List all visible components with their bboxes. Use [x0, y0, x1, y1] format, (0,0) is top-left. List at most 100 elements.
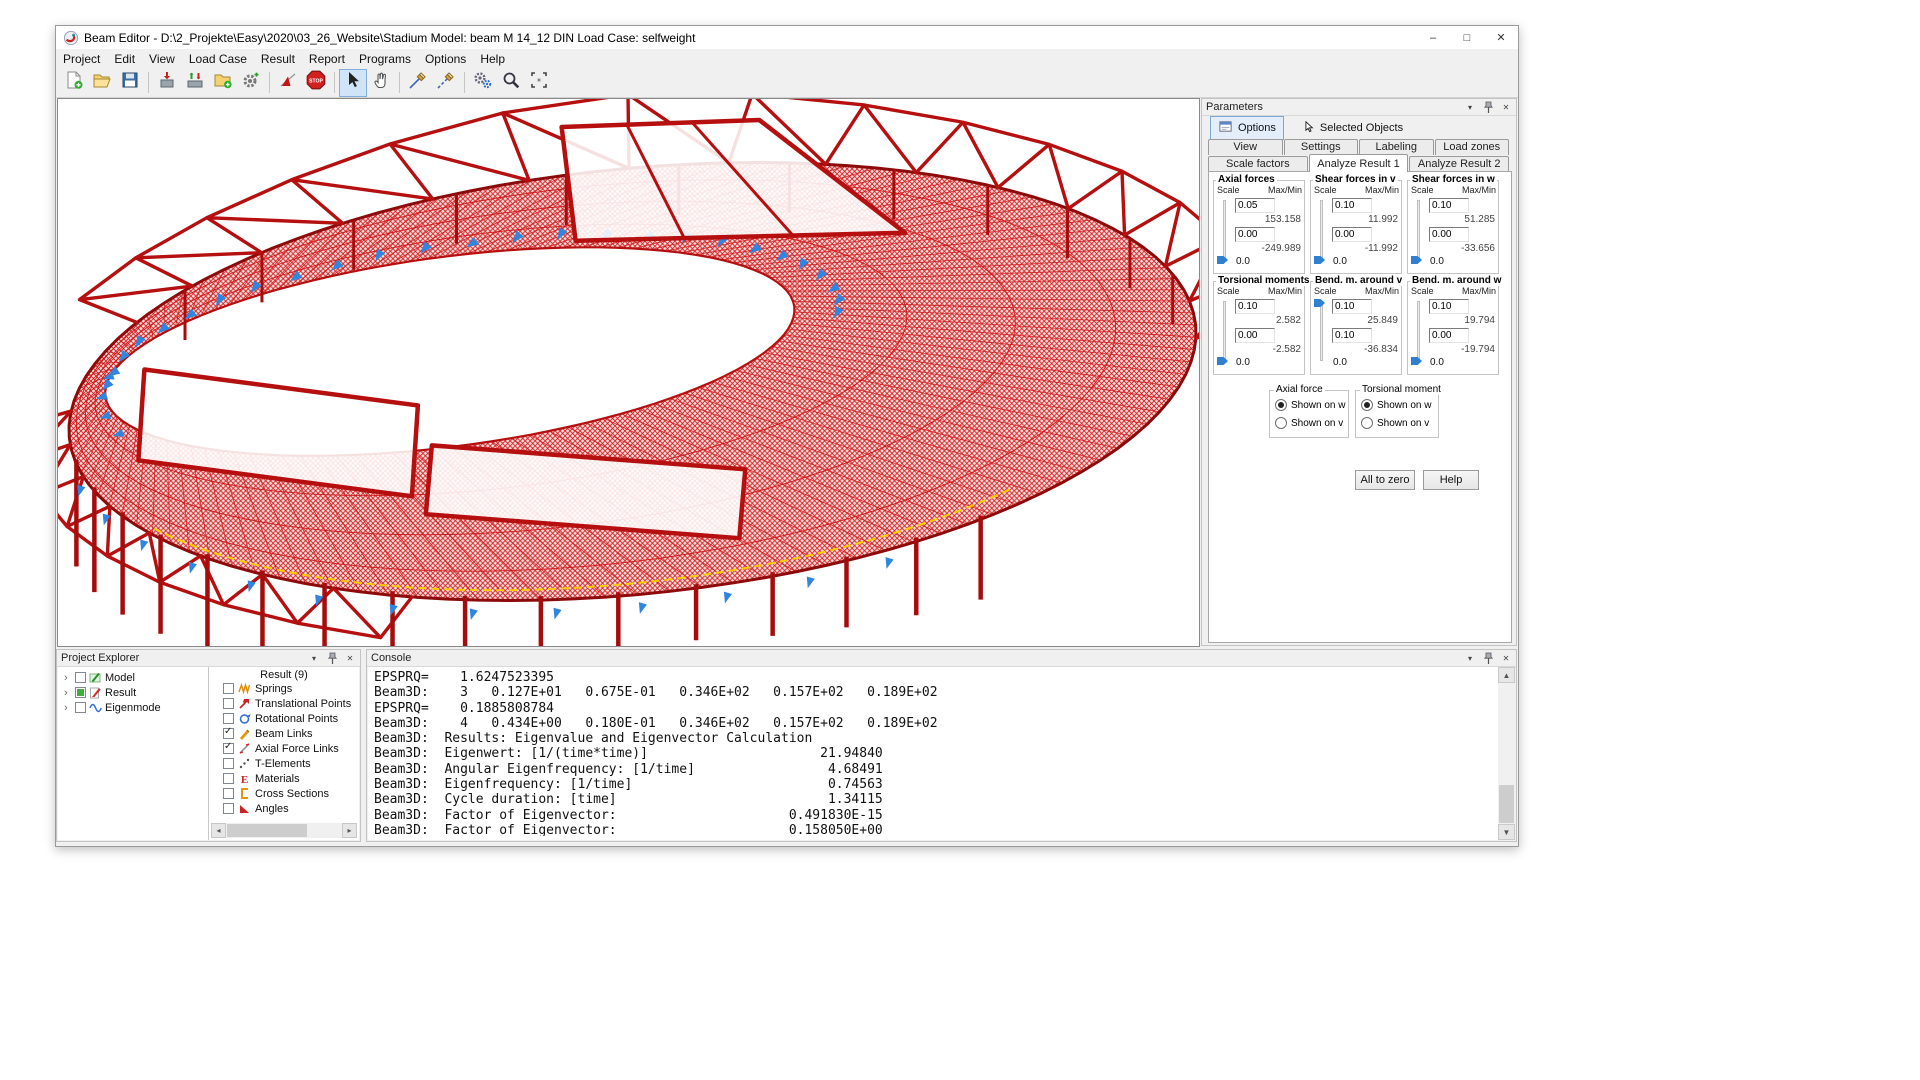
save-button[interactable] — [116, 69, 144, 97]
new-model-button[interactable] — [60, 69, 88, 97]
materials-checkbox[interactable] — [223, 773, 234, 784]
axial-force-links-checkbox[interactable] — [223, 743, 234, 754]
list-item-materials[interactable]: E Materials — [209, 771, 359, 786]
scale-slider-track[interactable] — [1417, 200, 1420, 260]
slider-handle[interactable] — [1314, 256, 1325, 264]
model-viewport[interactable] — [57, 98, 1200, 647]
maximize-button[interactable]: □ — [1450, 26, 1484, 49]
list-item-axial-force-links[interactable]: Axial Force Links — [209, 741, 359, 756]
slider-handle[interactable] — [1217, 256, 1228, 264]
menu-view[interactable]: View — [142, 49, 182, 68]
scale-input[interactable] — [1429, 198, 1469, 213]
scale-slider-track[interactable] — [1223, 301, 1226, 361]
menu-help[interactable]: Help — [473, 49, 512, 68]
stop-button[interactable]: STOP — [302, 69, 330, 97]
draw-line-button[interactable] — [404, 69, 432, 97]
menu-project[interactable]: Project — [56, 49, 107, 68]
menu-result[interactable]: Result — [254, 49, 302, 68]
scale-input[interactable] — [1429, 299, 1469, 314]
angles-checkbox[interactable] — [223, 803, 234, 814]
radio-shown-on-w[interactable]: Shown on w — [1275, 399, 1345, 411]
radio-dot[interactable] — [1275, 417, 1287, 429]
select-cursor-button[interactable] — [339, 69, 367, 97]
radio-shown-on-v[interactable]: Shown on v — [1361, 417, 1429, 429]
menu-load-case[interactable]: Load Case — [182, 49, 254, 68]
rotational-points-checkbox[interactable] — [223, 713, 234, 724]
slider-handle[interactable] — [1411, 256, 1422, 264]
scale-input[interactable] — [1235, 299, 1275, 314]
list-item-t-elements[interactable]: T-Elements — [209, 756, 359, 771]
scale-input[interactable] — [1235, 198, 1275, 213]
settings-gear-button[interactable] — [237, 69, 265, 97]
options-toggle-button[interactable]: Options — [1210, 116, 1284, 140]
tab-view[interactable]: View — [1208, 139, 1283, 155]
menu-report[interactable]: Report — [302, 49, 352, 68]
slider-handle[interactable] — [1217, 357, 1228, 365]
tab-load-zones[interactable]: Load zones — [1435, 139, 1510, 155]
radio-dot[interactable] — [1275, 399, 1287, 411]
radio-shown-on-w[interactable]: Shown on w — [1361, 399, 1431, 411]
add-folder-button[interactable] — [209, 69, 237, 97]
mid-input[interactable] — [1235, 328, 1275, 343]
mid-input[interactable] — [1429, 328, 1469, 343]
minimize-button[interactable]: – — [1416, 26, 1450, 49]
model-checkbox[interactable] — [75, 672, 86, 683]
help-button[interactable]: Help — [1423, 470, 1479, 490]
springs-checkbox[interactable] — [223, 683, 234, 694]
parameters-menu-button[interactable]: ▾ — [1464, 101, 1476, 113]
parameters-close-button[interactable]: ✕ — [1500, 101, 1512, 113]
mid-input[interactable] — [1332, 227, 1372, 242]
menu-edit[interactable]: Edit — [107, 49, 142, 68]
scale-input[interactable] — [1332, 198, 1372, 213]
tree-item-eigenmode[interactable]: › Eigenmode — [58, 700, 208, 715]
selected-objects-button[interactable]: Selected Objects — [1294, 117, 1411, 140]
loadcase-manager-button[interactable] — [181, 69, 209, 97]
import-loadcase-button[interactable] — [153, 69, 181, 97]
console-close-button[interactable]: ✕ — [1500, 652, 1512, 664]
scroll-right-button[interactable]: ▸ — [342, 823, 357, 838]
parameters-pin-button[interactable] — [1482, 101, 1494, 113]
expander-icon[interactable]: › — [64, 672, 72, 684]
console-menu-button[interactable]: ▾ — [1464, 652, 1476, 664]
console-pin-button[interactable] — [1482, 652, 1494, 664]
zoom-button[interactable] — [497, 69, 525, 97]
mid-input[interactable] — [1332, 328, 1372, 343]
scroll-down-button[interactable]: ▼ — [1498, 824, 1515, 840]
t-elements-checkbox[interactable] — [223, 758, 234, 769]
expander-icon[interactable]: › — [64, 702, 72, 714]
scrollbar-thumb[interactable] — [1499, 785, 1514, 823]
project-explorer-pin-button[interactable] — [326, 652, 338, 664]
pan-hand-button[interactable] — [367, 69, 395, 97]
mid-input[interactable] — [1429, 227, 1469, 242]
close-button[interactable]: ✕ — [1484, 26, 1518, 49]
kinematics-button[interactable] — [469, 69, 497, 97]
all-to-zero-button[interactable]: All to zero — [1355, 470, 1415, 490]
tree-item-model[interactable]: › Model — [58, 670, 208, 685]
console-vertical-scrollbar[interactable]: ▲ ▼ — [1498, 667, 1515, 840]
list-item-angles[interactable]: Angles — [209, 801, 359, 816]
scroll-left-button[interactable]: ◂ — [211, 823, 226, 838]
tree-item-result[interactable]: › Result — [58, 685, 208, 700]
list-item-springs[interactable]: Springs — [209, 681, 359, 696]
console-output[interactable]: EPSPRQ= 1.6247523395 Beam3D: 3 0.127E+01… — [368, 667, 1498, 840]
menu-programs[interactable]: Programs — [352, 49, 418, 68]
list-item-cross-sections[interactable]: Cross Sections — [209, 786, 359, 801]
beam-links-checkbox[interactable] — [223, 728, 234, 739]
tab-analyze-result-2[interactable]: Analyze Result 2 — [1409, 156, 1509, 172]
result-checkbox[interactable] — [75, 687, 86, 698]
list-item-translational-points[interactable]: Translational Points — [209, 696, 359, 711]
mid-input[interactable] — [1235, 227, 1275, 242]
tab-analyze-result-1[interactable]: Analyze Result 1 — [1309, 154, 1409, 172]
eigenmode-checkbox[interactable] — [75, 702, 86, 713]
open-button[interactable] — [88, 69, 116, 97]
result-button[interactable] — [274, 69, 302, 97]
tab-labeling[interactable]: Labeling — [1359, 139, 1434, 155]
radio-dot[interactable] — [1361, 399, 1373, 411]
slider-handle[interactable] — [1314, 299, 1325, 307]
draw-polyline-button[interactable] — [432, 69, 460, 97]
list-item-beam-links[interactable]: Beam Links — [209, 726, 359, 741]
tab-scale-factors[interactable]: Scale factors — [1208, 156, 1308, 172]
list-horizontal-scrollbar[interactable]: ◂ ▸ — [211, 823, 357, 838]
cross-sections-checkbox[interactable] — [223, 788, 234, 799]
expander-icon[interactable]: › — [64, 687, 72, 699]
